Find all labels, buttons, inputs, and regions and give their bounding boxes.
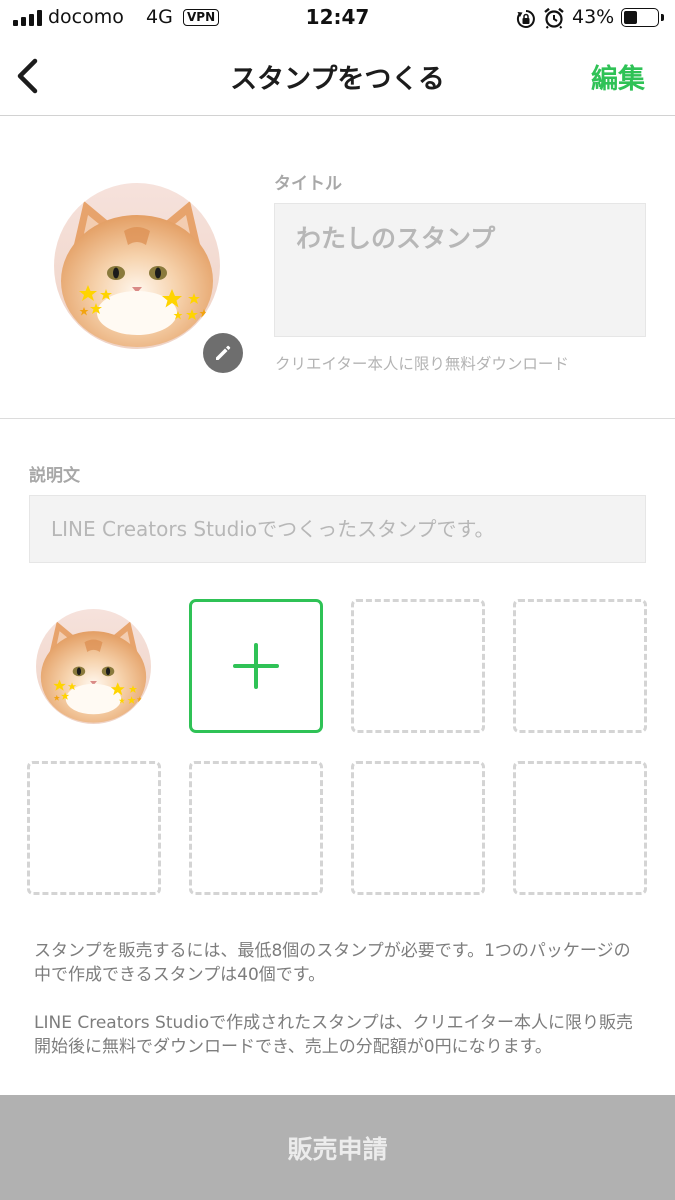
status-bar: docomo 4G VPN 12:47 43% [0, 0, 675, 38]
main-stamp-image[interactable] [54, 183, 220, 349]
empty-stamp-slot [351, 761, 485, 895]
empty-stamp-slot [513, 761, 647, 895]
add-stamp-button[interactable] [189, 599, 323, 733]
alarm-icon [544, 7, 564, 29]
plus-icon [233, 643, 279, 689]
nav-bar: スタンプをつくる 編集 [0, 38, 675, 116]
cat-image [36, 609, 151, 724]
empty-stamp-slot [513, 599, 647, 733]
empty-stamp-slot [27, 761, 161, 895]
empty-stamp-slot [189, 761, 323, 895]
title-input[interactable]: わたしのスタンプ [274, 203, 646, 337]
empty-stamp-slot [351, 599, 485, 733]
description-label: 説明文 [29, 466, 80, 486]
stamp-thumbnail[interactable] [36, 609, 151, 724]
submit-sale-button[interactable]: 販売申請 [0, 1095, 675, 1200]
title-label: タイトル [274, 174, 342, 194]
battery-percent: 43% [572, 6, 615, 28]
rotation-lock-icon [516, 10, 535, 28]
pencil-icon[interactable] [203, 333, 243, 373]
free-download-note: LINE Creators Studioで作成されたスタンプは、クリエイター本人… [34, 1013, 633, 1057]
page-title: スタンプをつくる [230, 64, 445, 95]
battery-level [624, 11, 637, 24]
battery-tip [661, 14, 664, 21]
title-note: クリエイター本人に限り無料ダウンロード [275, 355, 569, 373]
cat-image [54, 183, 220, 349]
battery-icon [621, 8, 659, 27]
edit-button[interactable]: 編集 [591, 57, 645, 96]
section-divider [0, 418, 675, 419]
description-input[interactable]: LINE Creators Studioでつくったスタンプです。 [29, 495, 646, 563]
sales-requirement-note: スタンプを販売するには、最低8個のスタンプが必要です。1つのパッケージの中で作成… [34, 941, 631, 985]
